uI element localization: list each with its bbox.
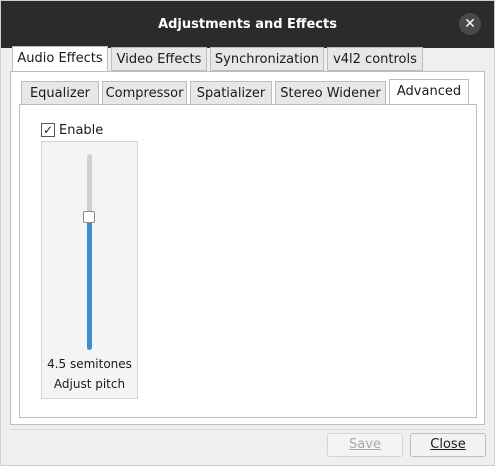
- pitch-slider-handle[interactable]: [83, 210, 95, 223]
- title-bar: Adjustments and Effects ✕: [1, 1, 494, 48]
- tab-video-effects[interactable]: Video Effects: [111, 47, 207, 71]
- tab-spatializer[interactable]: Spatializer: [190, 81, 272, 105]
- tab-v4l2-controls[interactable]: v4l2 controls: [327, 47, 423, 71]
- button-bar-divider: [10, 429, 485, 430]
- pitch-value: 4.5 semitones: [47, 357, 132, 371]
- tab-equalizer[interactable]: Equalizer: [21, 81, 99, 105]
- save-button[interactable]: Save: [327, 433, 403, 457]
- close-button-label: Close: [430, 437, 466, 452]
- close-button[interactable]: Close: [410, 433, 486, 457]
- enable-label: Enable: [59, 123, 104, 138]
- tab-synchronization[interactable]: Synchronization: [210, 47, 324, 71]
- close-window-icon[interactable]: ✕: [459, 13, 481, 35]
- tab-compressor[interactable]: Compressor: [102, 81, 187, 105]
- adjustments-effects-window: Adjustments and Effects ✕ Audio Effects …: [0, 0, 495, 466]
- tab-stereo-widener[interactable]: Stereo Widener: [275, 81, 386, 105]
- window-title: Adjustments and Effects: [158, 17, 337, 32]
- pitch-slider-fill: [87, 216, 92, 350]
- pitch-slider-group: 4.5 semitones Adjust pitch: [41, 141, 138, 399]
- pitch-label: Adjust pitch: [53, 377, 126, 391]
- tab-audio-effects[interactable]: Audio Effects: [12, 46, 108, 72]
- tab-advanced[interactable]: Advanced: [389, 79, 469, 105]
- save-button-label: Save: [349, 437, 381, 452]
- enable-checkbox[interactable]: ✓: [41, 123, 55, 137]
